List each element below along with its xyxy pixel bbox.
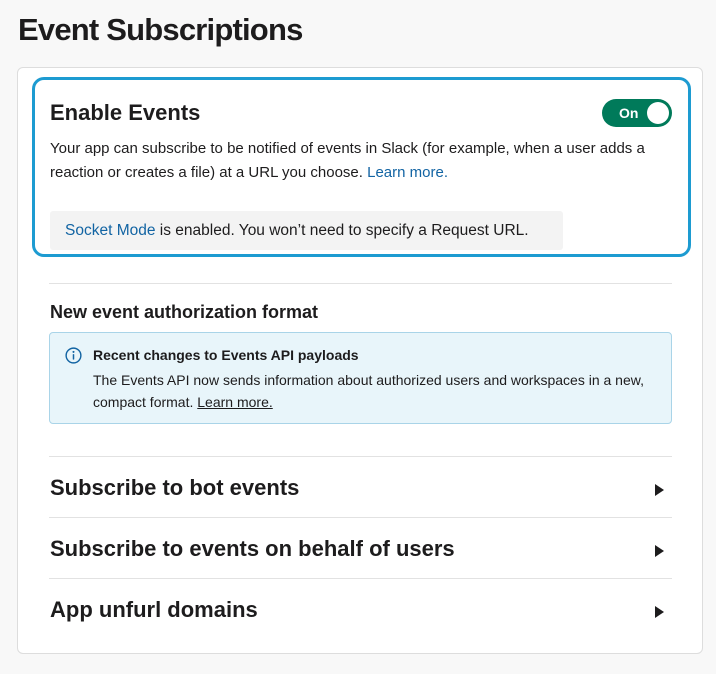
socket-mode-text: is enabled. You won’t need to specify a … bbox=[155, 222, 529, 239]
enable-events-description: Your app can subscribe to be notified of… bbox=[50, 137, 675, 185]
section-bot-events[interactable]: Subscribe to bot events bbox=[49, 458, 672, 518]
divider bbox=[49, 578, 672, 579]
divider bbox=[49, 517, 672, 518]
section-label: Subscribe to events on behalf of users bbox=[50, 536, 455, 561]
auth-format-title: New event authorization format bbox=[50, 302, 319, 322]
info-body: The Events API now sends information abo… bbox=[93, 369, 653, 413]
caret-right-icon bbox=[655, 484, 664, 496]
divider bbox=[49, 456, 672, 457]
learn-more-link[interactable]: Learn more. bbox=[367, 164, 448, 181]
toggle-knob bbox=[647, 102, 669, 124]
description-text: Your app can subscribe to be notified of… bbox=[50, 140, 645, 181]
page-title: Event Subscriptions bbox=[18, 12, 303, 47]
enable-events-title: Enable Events bbox=[50, 100, 201, 125]
info-title: Recent changes to Events API payloads bbox=[93, 347, 359, 363]
caret-right-icon bbox=[655, 545, 664, 557]
section-label: App unfurl domains bbox=[50, 597, 258, 622]
enable-events-toggle[interactable]: On bbox=[602, 99, 672, 127]
info-banner: Recent changes to Events API payloads Th… bbox=[49, 332, 672, 424]
info-learn-more-link[interactable]: Learn more. bbox=[197, 394, 272, 410]
section-user-events[interactable]: Subscribe to events on behalf of users bbox=[49, 519, 672, 579]
socket-mode-notice: Socket Mode is enabled. You won’t need t… bbox=[50, 211, 563, 250]
divider bbox=[49, 283, 672, 284]
info-body-text: The Events API now sends information abo… bbox=[93, 372, 644, 410]
section-unfurl-domains[interactable]: App unfurl domains bbox=[49, 580, 672, 640]
info-icon bbox=[65, 347, 82, 364]
section-label: Subscribe to bot events bbox=[50, 475, 300, 500]
caret-right-icon bbox=[655, 606, 664, 618]
toggle-label: On bbox=[619, 105, 639, 121]
socket-mode-link[interactable]: Socket Mode bbox=[65, 222, 155, 239]
